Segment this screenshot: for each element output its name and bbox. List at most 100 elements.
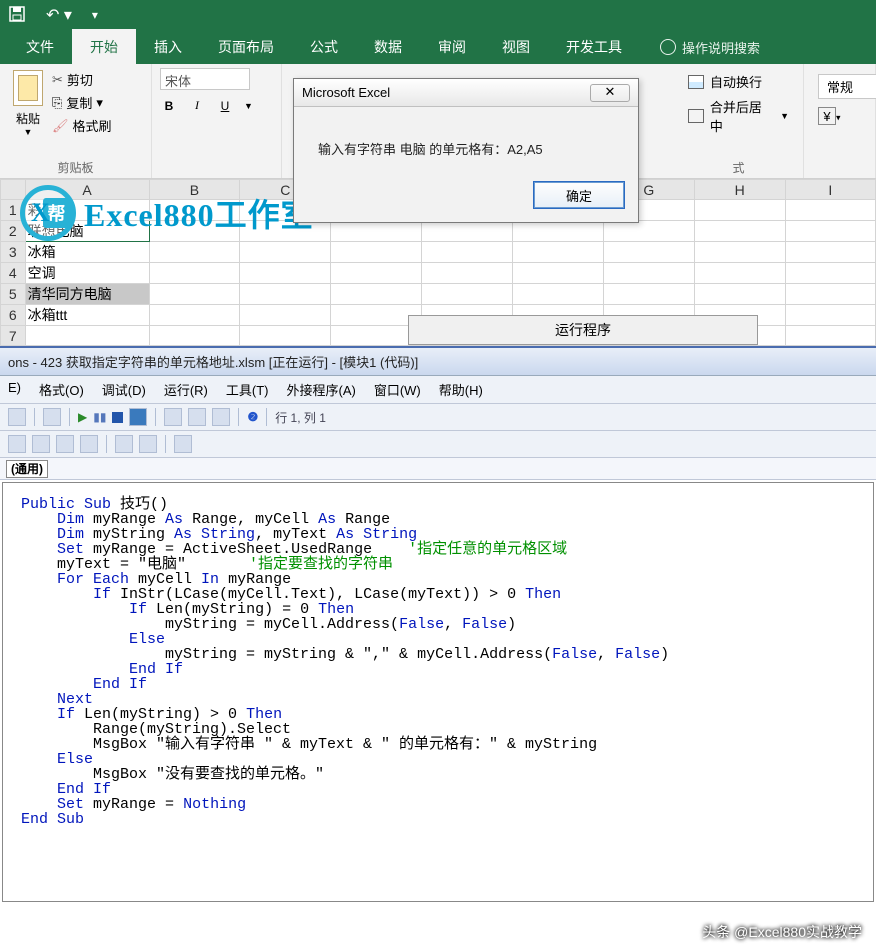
- cut-label: 剪切: [67, 70, 93, 89]
- italic-button[interactable]: I: [188, 98, 206, 113]
- tab-data[interactable]: 数据: [356, 29, 420, 65]
- cell[interactable]: 冰箱ttt: [25, 305, 149, 326]
- row-header[interactable]: 3: [1, 242, 26, 263]
- vbe-code-pane[interactable]: Public Sub 技巧() Dim myRange As Range, my…: [2, 482, 874, 902]
- cell[interactable]: 冰箱: [25, 242, 149, 263]
- align-group-label: 式: [682, 157, 795, 176]
- vbe-pause-icon[interactable]: ▮▮: [93, 410, 106, 424]
- row-header[interactable]: 4: [1, 263, 26, 284]
- vbe-tool-icon[interactable]: [80, 435, 98, 453]
- vba-code[interactable]: Public Sub 技巧() Dim myRange As Range, my…: [21, 497, 867, 827]
- wrap-icon: [688, 75, 704, 89]
- excel-titlebar-area: ↶ ▾ ▾ 文件 开始 插入 页面布局 公式 数据 审阅 视图 开发工具 操作说…: [0, 0, 876, 64]
- undo-icon[interactable]: ↶ ▾: [46, 5, 72, 25]
- underline-button[interactable]: U: [216, 99, 234, 113]
- vbe-tool-icon[interactable]: [8, 435, 26, 453]
- currency-button[interactable]: ¥: [818, 107, 836, 125]
- tab-developer[interactable]: 开发工具: [548, 29, 640, 65]
- merge-label: 合并后居中: [710, 97, 774, 135]
- font-name-select[interactable]: 宋体: [160, 68, 250, 90]
- row-header[interactable]: 6: [1, 305, 26, 326]
- paste-icon: [13, 70, 43, 106]
- vbe-titlebar: ons - 423 获取指定字符串的单元格地址.xlsm [正在运行] - [模…: [0, 348, 876, 376]
- format-painter-button[interactable]: 🖌格式刷: [52, 116, 112, 135]
- number-format-select[interactable]: 常规: [818, 74, 876, 99]
- vbe-run-icon[interactable]: ▶: [78, 410, 87, 424]
- vbe-tool-icon[interactable]: [56, 435, 74, 453]
- vbe-tool-icon[interactable]: [174, 435, 192, 453]
- vbe-object-dropdown[interactable]: (通用): [6, 460, 48, 478]
- vbe-tool-icon[interactable]: [32, 435, 50, 453]
- run-program-button[interactable]: 运行程序: [408, 315, 758, 345]
- vbe-menubar[interactable]: E) 格式(O) 调试(D) 运行(R) 工具(T) 外接程序(A) 窗口(W)…: [0, 376, 876, 404]
- watermark-icon: [20, 185, 76, 241]
- row-header[interactable]: 7: [1, 326, 26, 346]
- brush-icon: 🖌: [52, 118, 69, 134]
- scissors-icon: ✂: [52, 72, 63, 88]
- vbe-menu-help[interactable]: 帮助(H): [439, 380, 483, 399]
- brush-label: 格式刷: [73, 116, 112, 135]
- vbe-help-icon[interactable]: ❷: [247, 410, 258, 424]
- vbe-tool-icon[interactable]: [129, 408, 147, 426]
- merge-icon: [688, 109, 704, 123]
- vbe-menu-window[interactable]: 窗口(W): [374, 380, 421, 399]
- watermark-logo: Excel880工作室: [20, 185, 314, 241]
- vbe-tool-icon[interactable]: [115, 435, 133, 453]
- cell-selected[interactable]: 清华同方电脑: [25, 284, 149, 305]
- tab-home[interactable]: 开始: [72, 29, 136, 65]
- tab-insert[interactable]: 插入: [136, 29, 200, 65]
- msgbox-title: Microsoft Excel: [302, 85, 390, 100]
- row-header[interactable]: 5: [1, 284, 26, 305]
- watermark-text: Excel880工作室: [84, 190, 314, 236]
- vbe-menu-e[interactable]: E): [8, 380, 21, 399]
- attribution-text: 头条 @Excel880实战教学: [702, 922, 862, 942]
- tab-layout[interactable]: 页面布局: [200, 29, 292, 65]
- copy-label: 复制: [66, 93, 92, 112]
- tab-formula[interactable]: 公式: [292, 29, 356, 65]
- vbe-stop-icon[interactable]: [112, 412, 123, 423]
- vbe-toolbar-2: [0, 431, 876, 458]
- vbe-object-dropdown-bar: (通用): [0, 458, 876, 480]
- vbe-toolbar: ▶ ▮▮ ❷ 行 1, 列 1: [0, 404, 876, 431]
- merge-center-button[interactable]: 合并后居中 ▼: [688, 97, 789, 135]
- quick-access-toolbar: ↶ ▾ ▾: [0, 0, 876, 30]
- vbe-tool-icon[interactable]: [212, 408, 230, 426]
- tab-file[interactable]: 文件: [8, 29, 72, 65]
- col-header[interactable]: H: [694, 180, 785, 200]
- qat-more-icon[interactable]: ▾: [92, 8, 98, 22]
- vbe-tool-icon[interactable]: [164, 408, 182, 426]
- vbe-window: ons - 423 获取指定字符串的单元格地址.xlsm [正在运行] - [模…: [0, 346, 876, 902]
- ribbon-tabs: 文件 开始 插入 页面布局 公式 数据 审阅 视图 开发工具 操作说明搜索: [0, 30, 876, 64]
- vbe-cursor-position: 行 1, 列 1: [275, 409, 326, 426]
- vbe-tool-icon[interactable]: [139, 435, 157, 453]
- cell[interactable]: 空调: [25, 263, 149, 284]
- save-icon[interactable]: [8, 5, 26, 26]
- tell-me-search[interactable]: 操作说明搜索: [660, 38, 760, 57]
- tab-view[interactable]: 视图: [484, 29, 548, 65]
- vbe-tool-icon[interactable]: [188, 408, 206, 426]
- vbe-menu-format[interactable]: 格式(O): [39, 380, 84, 399]
- msgbox-close-button[interactable]: ✕: [590, 84, 630, 102]
- vbe-tool-icon[interactable]: [43, 408, 61, 426]
- copy-icon: ⎘: [52, 95, 62, 111]
- vbe-menu-addins[interactable]: 外接程序(A): [286, 380, 355, 399]
- paste-button[interactable]: 粘贴 ▼: [8, 68, 48, 137]
- bold-button[interactable]: B: [160, 99, 178, 113]
- cut-button[interactable]: ✂剪切: [52, 70, 112, 89]
- vbe-menu-debug[interactable]: 调试(D): [102, 380, 146, 399]
- msgbox-message: 输入有字符串 电脑 的单元格有：A2,A5: [294, 107, 638, 182]
- paste-label: 粘贴: [8, 110, 48, 127]
- cell[interactable]: [25, 326, 149, 346]
- clipboard-group-label: 剪贴板: [8, 157, 143, 176]
- vbe-menu-tools[interactable]: 工具(T): [226, 380, 269, 399]
- copy-button[interactable]: ⎘复制 ▾: [52, 93, 112, 112]
- col-header[interactable]: I: [785, 180, 875, 200]
- msgbox-ok-button[interactable]: 确定: [534, 182, 624, 208]
- wrap-text-button[interactable]: 自动换行: [688, 72, 789, 91]
- bulb-icon: [660, 39, 676, 55]
- vbe-menu-run[interactable]: 运行(R): [164, 380, 208, 399]
- tab-review[interactable]: 审阅: [420, 29, 484, 65]
- vbe-tool-icon[interactable]: [8, 408, 26, 426]
- tell-me-label: 操作说明搜索: [682, 38, 760, 57]
- wrap-label: 自动换行: [710, 72, 762, 91]
